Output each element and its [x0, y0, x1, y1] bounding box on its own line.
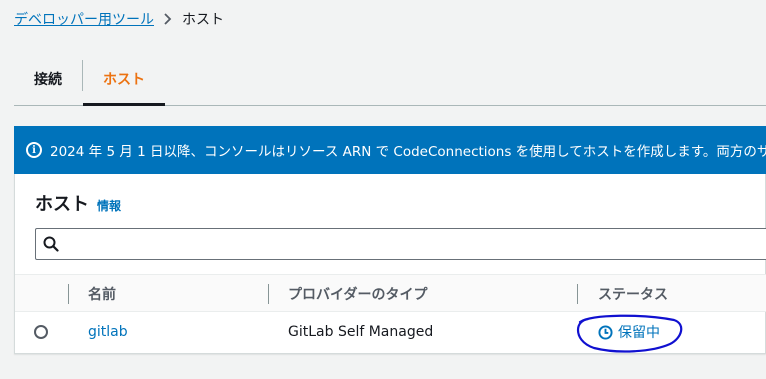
status-badge[interactable]: 保留中 — [598, 322, 660, 342]
column-separator — [68, 284, 69, 304]
info-banner: i 2024 年 5 月 1 日以降、コンソールはリソース ARN で Code… — [14, 126, 766, 174]
search-input[interactable] — [66, 230, 766, 258]
column-header-provider-type[interactable]: プロバイダーのタイプ — [288, 275, 427, 313]
status-cell: 保留中 — [598, 312, 660, 352]
row-select-radio-cell — [34, 312, 48, 352]
search-box — [35, 228, 766, 260]
clock-icon — [598, 324, 613, 340]
row-select-radio[interactable] — [34, 325, 48, 339]
info-icon: i — [26, 142, 42, 158]
breadcrumb: デベロッパー用ツール ホスト — [14, 9, 224, 29]
column-separator — [268, 284, 269, 304]
host-name-cell: gitlab — [88, 312, 128, 352]
panel-header: ホスト 情報 — [35, 190, 121, 216]
column-separator — [577, 284, 578, 304]
column-header-name[interactable]: 名前 — [88, 275, 116, 313]
table-header: 名前 プロバイダーのタイプ ステータス — [15, 274, 766, 312]
tab-hosts[interactable]: ホスト — [83, 52, 165, 106]
panel-title: ホスト — [35, 194, 89, 215]
hosts-panel: ホスト 情報 名前 プロバイダーのタイプ ステータス gitlab GitLab… — [14, 174, 766, 354]
info-banner-text: 2024 年 5 月 1 日以降、コンソールはリソース ARN で CodeCo… — [50, 144, 766, 160]
host-name-link[interactable]: gitlab — [88, 324, 128, 340]
breadcrumb-developer-tools-link[interactable]: デベロッパー用ツール — [14, 9, 154, 29]
breadcrumb-current: ホスト — [182, 12, 224, 28]
tab-connections[interactable]: 接続 — [14, 52, 82, 105]
status-text: 保留中 — [618, 325, 660, 341]
chevron-right-icon — [164, 13, 172, 25]
search-icon — [36, 236, 66, 252]
tab-bar: 接続 ホスト — [14, 52, 766, 106]
column-header-status[interactable]: ステータス — [598, 275, 668, 313]
provider-type-cell: GitLab Self Managed — [288, 324, 434, 340]
info-link[interactable]: 情報 — [97, 197, 121, 214]
table-row: gitlab GitLab Self Managed 保留中 — [15, 312, 766, 352]
